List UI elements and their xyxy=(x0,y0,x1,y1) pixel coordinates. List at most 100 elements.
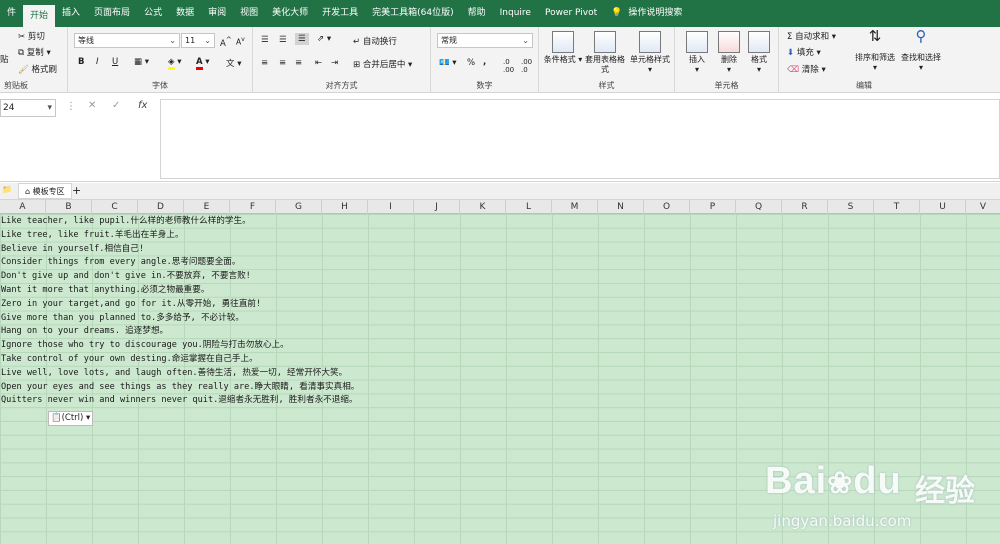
tab-review[interactable]: 审阅 xyxy=(201,0,233,27)
increase-indent-icon[interactable]: ⇥ xyxy=(331,58,338,68)
cell-text-row[interactable]: Hang on to your dreams. 追逐梦想。 xyxy=(1,324,168,338)
column-header[interactable]: G xyxy=(276,200,322,214)
align-middle-icon[interactable]: ☰ xyxy=(279,35,287,45)
cell-text-row[interactable]: Ignore those who try to discourage you.阴… xyxy=(1,338,289,352)
tab-toolbox[interactable]: 完美工具箱(64位版) xyxy=(365,0,460,27)
comma-button[interactable]: , xyxy=(483,57,486,67)
tab-file[interactable]: 件 xyxy=(0,0,23,27)
column-header[interactable]: N xyxy=(598,200,644,214)
cut-button[interactable]: ✂ 剪切 xyxy=(18,30,45,42)
fill-color-button[interactable]: ◈ ▾ xyxy=(168,57,182,70)
autosum-button[interactable]: Σ 自动求和 ▾ xyxy=(787,30,836,42)
tab-formulas[interactable]: 公式 xyxy=(137,0,169,27)
cancel-icon[interactable]: ✕ xyxy=(88,100,96,111)
tab-insert[interactable]: 插入 xyxy=(55,0,87,27)
align-right-icon[interactable]: ≡ xyxy=(295,58,302,68)
paste-button[interactable]: 贴 xyxy=(0,53,9,65)
paste-options-button[interactable]: 📋(Ctrl) ▾ xyxy=(48,411,93,426)
tab-page-layout[interactable]: 页面布局 xyxy=(87,0,137,27)
align-bottom-icon[interactable]: ☰ xyxy=(295,33,309,45)
cell-text-row[interactable]: Quitters never win and winners never qui… xyxy=(1,393,358,407)
tab-developer[interactable]: 开发工具 xyxy=(315,0,365,27)
format-as-table-button[interactable]: 套用表格格式 xyxy=(585,31,625,75)
column-header[interactable]: P xyxy=(690,200,736,214)
italic-button[interactable]: I xyxy=(96,57,99,67)
copy-button[interactable]: ⧉ 复制 ▾ xyxy=(18,46,51,58)
merge-center-button[interactable]: ⊞ 合并后居中 ▾ xyxy=(353,58,412,70)
column-header[interactable]: J xyxy=(414,200,460,214)
cell-text-row[interactable]: Give more than you planned to.多多给予, 不必计较… xyxy=(1,311,244,325)
column-header[interactable]: M xyxy=(552,200,598,214)
column-header[interactable]: R xyxy=(782,200,828,214)
sheet-tab[interactable]: ⌂ 模板专区 xyxy=(18,183,72,199)
tab-beautify[interactable]: 美化大师 xyxy=(265,0,315,27)
cell-text-row[interactable]: Zero in your target,and go for it.从零开始, … xyxy=(1,297,261,311)
column-header[interactable]: B xyxy=(46,200,92,214)
decrease-indent-icon[interactable]: ⇤ xyxy=(315,58,322,68)
align-left-icon[interactable]: ≡ xyxy=(261,58,268,68)
cell-text-row[interactable]: Open your eyes and see things as they re… xyxy=(1,380,359,394)
column-header[interactable]: L xyxy=(506,200,552,214)
cell-text-row[interactable]: Like tree, like fruit.羊毛出在羊身上。 xyxy=(1,228,184,242)
cell-text-row[interactable]: Consider things from every angle.思考问题要全面… xyxy=(1,255,241,269)
column-header[interactable]: F xyxy=(230,200,276,214)
name-box[interactable]: 24 ▾ xyxy=(0,99,56,117)
column-header[interactable]: S xyxy=(828,200,874,214)
conditional-format-button[interactable]: 条件格式 ▾ xyxy=(543,31,583,65)
column-header[interactable]: K xyxy=(460,200,506,214)
column-header[interactable]: U xyxy=(920,200,966,214)
cell-text-row[interactable]: Take control of your own desting.命运掌握在自己… xyxy=(1,352,258,366)
column-header[interactable]: E xyxy=(184,200,230,214)
font-color-button[interactable]: A ▾ xyxy=(196,57,210,70)
add-sheet-button[interactable]: + xyxy=(72,184,81,197)
cell-text-row[interactable]: Want it more that anything.必须之物最重要。 xyxy=(1,283,209,297)
tab-power-pivot[interactable]: Power Pivot xyxy=(538,0,604,27)
column-header[interactable]: I xyxy=(368,200,414,214)
decrease-decimal-icon[interactable]: .00.0 xyxy=(521,58,532,74)
tab-help[interactable]: 帮助 xyxy=(461,0,493,27)
grow-font-button[interactable]: A^ xyxy=(220,35,232,49)
column-header[interactable]: Q xyxy=(736,200,782,214)
cell-text-row[interactable]: Believe in yourself.相信自己! xyxy=(1,242,144,256)
underline-button[interactable]: U xyxy=(112,57,118,67)
bold-button[interactable]: B xyxy=(78,57,84,67)
tell-me-search[interactable]: 💡 操作说明搜索 xyxy=(604,0,689,27)
insert-function-icon[interactable]: fx xyxy=(138,100,147,111)
find-select-button[interactable]: ⚲ 查找和选择 ▾ xyxy=(897,29,945,73)
format-painter-button[interactable]: 🖌 格式刷 xyxy=(18,63,57,75)
wrap-text-button[interactable]: ↵ 自动换行 xyxy=(353,35,397,47)
borders-button[interactable]: ▦ ▾ xyxy=(134,57,149,67)
column-header[interactable]: C xyxy=(92,200,138,214)
tab-data[interactable]: 数据 xyxy=(169,0,201,27)
font-size-select[interactable]: 11 ⌄ xyxy=(181,33,215,48)
tab-home[interactable]: 开始 xyxy=(23,5,56,27)
align-center-icon[interactable]: ≡ xyxy=(279,58,286,68)
cell-styles-button[interactable]: 单元格样式 ▾ xyxy=(627,31,673,75)
clear-button[interactable]: ⌫ 清除 ▾ xyxy=(787,63,826,75)
enter-icon[interactable]: ✓ xyxy=(112,100,120,111)
column-header[interactable]: H xyxy=(322,200,368,214)
cell-text-row[interactable]: Live well, love lots, and laugh often.善待… xyxy=(1,366,347,380)
format-cells-button[interactable]: 格式 ▾ xyxy=(739,31,779,75)
folder-icon[interactable]: 📁 xyxy=(2,185,12,194)
percent-button[interactable]: % xyxy=(467,58,475,68)
align-top-icon[interactable]: ☰ xyxy=(261,35,269,45)
column-header[interactable]: T xyxy=(874,200,920,214)
cell-text-row[interactable]: Like teacher, like pupil.什么样的老师教什么样的学生。 xyxy=(1,214,251,228)
column-header[interactable]: D xyxy=(138,200,184,214)
cell-text-row[interactable]: Don't give up and don't give in.不要放弃, 不要… xyxy=(1,269,251,283)
currency-button[interactable]: 💶 ▾ xyxy=(439,58,457,68)
tab-inquire[interactable]: Inquire xyxy=(493,0,538,27)
number-format-select[interactable]: 常规 ⌄ xyxy=(437,33,533,48)
formula-input[interactable] xyxy=(160,99,1000,179)
shrink-font-button[interactable]: Av xyxy=(236,36,245,47)
orientation-button[interactable]: ⇗ ▾ xyxy=(317,34,331,44)
column-header[interactable]: V xyxy=(966,200,1000,214)
column-header[interactable]: A xyxy=(0,200,46,214)
fill-button[interactable]: ⬇ 填充 ▾ xyxy=(787,46,821,58)
increase-decimal-icon[interactable]: .0.00 xyxy=(503,58,514,74)
phonetic-button[interactable]: 文 ▾ xyxy=(226,57,241,69)
font-name-select[interactable]: 等线 ⌄ xyxy=(74,33,180,48)
column-header[interactable]: O xyxy=(644,200,690,214)
tab-view[interactable]: 视图 xyxy=(233,0,265,27)
